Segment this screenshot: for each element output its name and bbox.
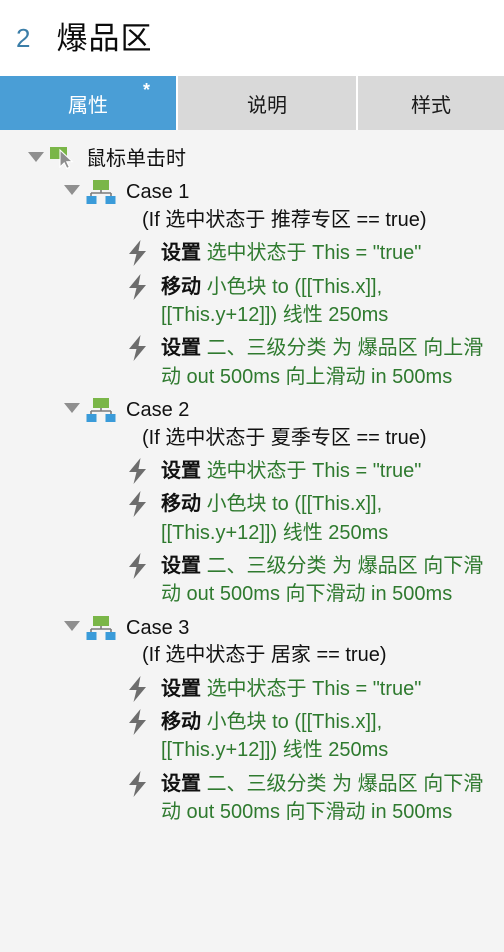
lightning-icon [127, 551, 151, 580]
mouse-click-icon [50, 144, 76, 170]
page-index: 2 [16, 23, 31, 53]
page-header: 2 爆品区 [0, 0, 504, 76]
tab-style-label: 样式 [411, 94, 451, 117]
tab-style[interactable]: 样式 [358, 76, 504, 130]
interaction-tree[interactable]: 鼠标单击时 Case 1 (If 选中状态于 推荐专区 == true) 设置 … [0, 130, 504, 952]
lightning-icon [127, 707, 151, 736]
action-param: 二、三级分类 为 爆品区 向上滑动 out 500ms 向上滑动 in 500m… [161, 337, 484, 388]
tab-bar: 属性 * 说明 样式 [0, 76, 504, 130]
action-verb: 移动 [161, 493, 201, 516]
lightning-icon [127, 456, 151, 484]
action-param: 选中状态于 This = "true" [206, 677, 422, 700]
chevron-down-icon[interactable] [64, 177, 86, 196]
action-verb: 设置 [161, 555, 201, 578]
chevron-down-icon[interactable] [64, 613, 86, 631]
tree-node-action[interactable]: 移动 小色块 to ([[This.x]], [[This.y+12]]) 线性… [0, 270, 504, 332]
case-title: Case 1 [126, 181, 190, 204]
case-condition: (If 选中状态于 居家 == true) [142, 644, 387, 667]
action-param: 选中状态于 This = "true" [206, 459, 422, 482]
action-verb: 移动 [161, 275, 201, 298]
case-branch-icon [86, 613, 116, 641]
lightning-icon [127, 272, 151, 300]
action-verb: 设置 [161, 242, 201, 265]
tree-node-action[interactable]: 设置 二、三级分类 为 爆品区 向下滑动 out 500ms 向下滑动 in 5… [0, 767, 504, 829]
tree-node-action[interactable]: 设置 选中状态于 This = "true" [0, 672, 504, 705]
lightning-icon [127, 489, 151, 518]
tab-properties-label: 属性 [68, 94, 108, 117]
lightning-icon [127, 333, 151, 362]
tree-node-event-label: 鼠标单击时 [86, 148, 186, 170]
tab-description-label: 说明 [247, 94, 287, 117]
chevron-down-icon[interactable] [28, 144, 50, 162]
tree-node-event[interactable]: 鼠标单击时 [0, 142, 504, 175]
case-condition: (If 选中状态于 夏季专区 == true) [142, 426, 427, 449]
action-param: 选中状态于 This = "true" [206, 242, 422, 265]
tree-node-action[interactable]: 移动 小色块 to ([[This.x]], [[This.y+12]]) 线性… [0, 487, 504, 549]
tree-node-case[interactable]: Case 3 (If 选中状态于 居家 == true) [0, 611, 504, 672]
case-branch-icon [86, 395, 116, 423]
lightning-icon [127, 238, 151, 267]
tab-properties-dirty-marker: * [142, 80, 150, 100]
tree-node-action[interactable]: 设置 二、三级分类 为 爆品区 向下滑动 out 500ms 向下滑动 in 5… [0, 549, 504, 611]
tree-node-action[interactable]: 移动 小色块 to ([[This.x]], [[This.y+12]]) 线性… [0, 705, 504, 767]
tree-node-action[interactable]: 设置 选中状态于 This = "true" [0, 236, 504, 269]
case-title: Case 2 [126, 399, 190, 422]
case-branch-icon [86, 177, 116, 205]
action-param: 二、三级分类 为 爆品区 向下滑动 out 500ms 向下滑动 in 500m… [161, 555, 484, 606]
tree-node-action[interactable]: 设置 二、三级分类 为 爆品区 向上滑动 out 500ms 向上滑动 in 5… [0, 331, 504, 393]
lightning-icon [127, 769, 151, 797]
tab-description[interactable]: 说明 [178, 76, 358, 130]
action-param: 二、三级分类 为 爆品区 向下滑动 out 500ms 向下滑动 in 500m… [161, 772, 484, 824]
tab-properties[interactable]: 属性 * [0, 76, 178, 130]
tree-node-case[interactable]: Case 2 (If 选中状态于 夏季专区 == true) [0, 393, 504, 454]
action-verb: 设置 [161, 677, 201, 700]
action-verb: 设置 [161, 772, 201, 795]
case-condition: (If 选中状态于 推荐专区 == true) [142, 208, 427, 231]
lightning-icon [127, 674, 151, 702]
case-title: Case 3 [126, 616, 190, 639]
action-verb: 设置 [161, 459, 201, 482]
chevron-down-icon[interactable] [64, 395, 86, 414]
page-title: 爆品区 [56, 20, 153, 56]
tree-node-case[interactable]: Case 1 (If 选中状态于 推荐专区 == true) [0, 175, 504, 236]
action-verb: 移动 [161, 711, 201, 734]
action-verb: 设置 [161, 337, 201, 360]
tree-node-action[interactable]: 设置 选中状态于 This = "true" [0, 454, 504, 487]
